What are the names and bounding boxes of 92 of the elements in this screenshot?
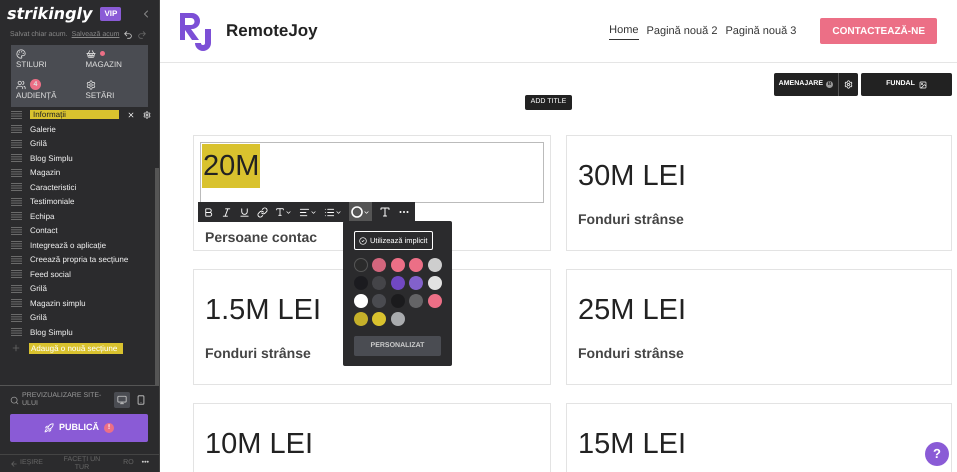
section-item[interactable]: Magazin: [30, 168, 60, 178]
color-swatch[interactable]: [409, 276, 424, 290]
desktop-preview-button[interactable]: [114, 392, 130, 408]
section-item[interactable]: Grilă: [30, 313, 47, 322]
drag-handle-icon[interactable]: [11, 140, 22, 148]
text-color-icon[interactable]: [349, 202, 372, 222]
drag-handle-icon[interactable]: [11, 154, 22, 162]
section-item[interactable]: Feed social: [30, 270, 71, 279]
gear-icon[interactable]: [844, 80, 853, 89]
underline-icon[interactable]: [239, 206, 250, 218]
color-swatch[interactable]: [428, 276, 442, 290]
undo-icon[interactable]: [123, 30, 134, 40]
color-swatch[interactable]: [390, 258, 405, 272]
color-swatch[interactable]: [372, 276, 386, 290]
color-swatch[interactable]: [372, 258, 386, 272]
nav-link[interactable]: Home: [609, 22, 638, 40]
color-swatch[interactable]: [390, 276, 405, 290]
stat-label: Fonduri strânse: [205, 344, 311, 363]
stat-value: 20M: [202, 144, 260, 188]
section-item[interactable]: Integrează o aplicație: [30, 240, 106, 250]
stat-label: Fonduri strânse: [578, 210, 684, 229]
drag-handle-icon[interactable]: [11, 270, 22, 278]
stat-value: 15M LEI: [578, 427, 686, 462]
stat-value: 10M LEI: [205, 427, 313, 462]
section-item[interactable]: Contact: [30, 226, 58, 236]
drag-handle-icon[interactable]: [11, 198, 22, 206]
color-swatch[interactable]: [372, 312, 386, 326]
back-arrow-icon: [10, 460, 18, 468]
drag-handle-icon[interactable]: [11, 226, 22, 235]
text-style-icon[interactable]: [379, 206, 391, 218]
section-item[interactable]: Echipa: [30, 212, 54, 221]
vip-badge: VIP: [100, 7, 122, 21]
drag-handle-icon[interactable]: [11, 241, 22, 250]
gear-icon[interactable]: [143, 110, 151, 119]
drag-handle-icon[interactable]: [11, 125, 22, 134]
drag-handle-icon[interactable]: [11, 284, 22, 293]
section-item[interactable]: Grilă: [30, 139, 47, 148]
font-size-icon[interactable]: [275, 207, 292, 217]
color-swatch[interactable]: [409, 294, 424, 308]
drag-handle-icon[interactable]: [11, 212, 22, 220]
italic-icon[interactable]: [221, 206, 232, 218]
section-item[interactable]: Galerie: [30, 124, 56, 134]
color-swatch[interactable]: [428, 258, 442, 272]
color-swatch[interactable]: [372, 294, 386, 308]
phone-icon: [136, 395, 146, 405]
align-icon[interactable]: [299, 206, 317, 218]
add-icon[interactable]: [11, 343, 21, 353]
stat-value: 1.5M LEI: [205, 293, 322, 328]
logo-icon: [180, 11, 213, 51]
drag-handle-icon[interactable]: [11, 328, 22, 336]
check-circle-icon: [359, 236, 367, 244]
color-swatch[interactable]: [354, 258, 368, 272]
drag-handle-icon[interactable]: [11, 299, 22, 308]
color-swatch[interactable]: [354, 312, 368, 326]
basket-icon: [86, 48, 96, 59]
redo-icon[interactable]: [137, 30, 148, 40]
color-swatch[interactable]: [390, 312, 405, 326]
bold-icon[interactable]: [203, 206, 214, 218]
delete-icon[interactable]: [127, 110, 135, 119]
nav-link[interactable]: Pagină nouă 2: [646, 22, 718, 40]
drag-handle-icon[interactable]: [11, 168, 22, 177]
drag-handle-icon[interactable]: [11, 256, 22, 264]
link-icon[interactable]: [257, 206, 268, 218]
image-icon: [918, 80, 927, 88]
section-item[interactable]: Blog Simplu: [30, 154, 73, 163]
stat-label: Persoane contac: [205, 228, 318, 247]
stat-value: 25M LEI: [578, 293, 686, 328]
gear-icon: [86, 80, 96, 90]
people-icon: [16, 80, 26, 90]
site-name: RemoteJoy: [226, 20, 318, 42]
drag-handle-icon[interactable]: [11, 314, 22, 322]
color-swatch[interactable]: [409, 258, 424, 272]
drag-handle-icon[interactable]: [11, 110, 22, 119]
search-icon: [10, 396, 19, 404]
brand-logo: strikingly: [7, 6, 92, 22]
stat-label: Fonduri strânse: [578, 344, 684, 363]
monitor-icon: [117, 395, 127, 405]
list-icon[interactable]: [324, 206, 342, 218]
palette-icon: [16, 48, 26, 59]
section-item[interactable]: Creează propria ta secțiune: [30, 255, 128, 264]
drag-handle-icon[interactable]: [11, 183, 22, 192]
color-swatch[interactable]: [428, 294, 442, 308]
color-swatch[interactable]: [354, 294, 368, 308]
section-item[interactable]: Blog Simplu: [30, 328, 73, 337]
section-item[interactable]: Informații: [30, 110, 119, 120]
section-item[interactable]: Testimoniale: [30, 197, 74, 206]
rocket-icon: [44, 423, 54, 433]
nav-link[interactable]: Pagină nouă 3: [725, 22, 796, 40]
stat-value: 30M LEI: [578, 159, 686, 194]
section-item[interactable]: Magazin simplu: [30, 298, 86, 308]
section-item[interactable]: Grilă: [30, 284, 47, 294]
section-item[interactable]: Caracteristici: [30, 182, 76, 192]
